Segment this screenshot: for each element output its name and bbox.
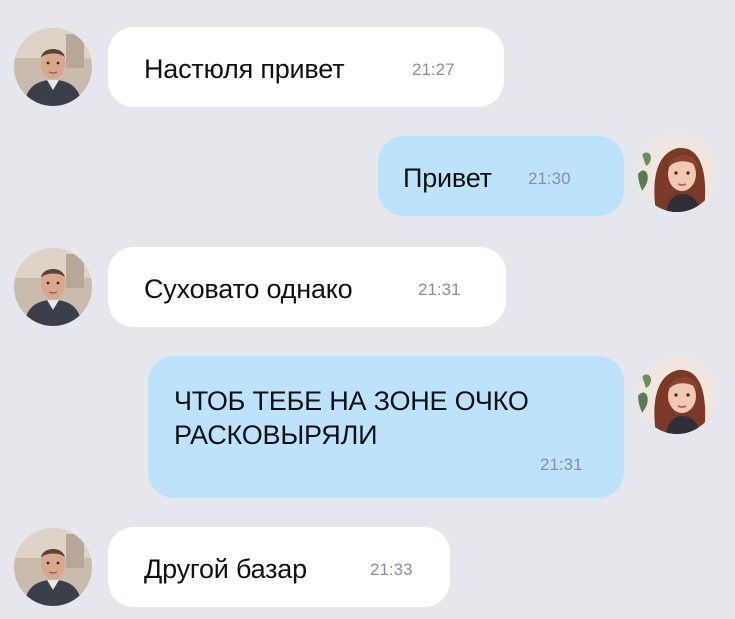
message-text: Настюля привет xyxy=(144,54,345,84)
message-text: Привет xyxy=(403,163,492,193)
message-time: 21:33 xyxy=(370,560,413,579)
message-time: 21:30 xyxy=(528,169,571,188)
woman-avatar-icon[interactable] xyxy=(638,134,716,212)
incoming-message[interactable]: Другой базар 21:33 xyxy=(108,527,450,607)
woman-avatar-icon[interactable] xyxy=(638,356,716,434)
man-avatar-icon[interactable] xyxy=(14,248,92,326)
message-text-line-2: РАСКОВЫРЯЛИ xyxy=(174,420,378,450)
message-time: 21:31 xyxy=(540,455,583,474)
message-text-line-1: ЧТОБ ТЕБЕ НА ЗОНЕ ОЧКО xyxy=(174,386,529,416)
man-avatar-icon[interactable] xyxy=(14,528,92,606)
incoming-message[interactable]: Суховато однако 21:31 xyxy=(108,247,506,327)
message-time: 21:31 xyxy=(418,280,461,299)
outgoing-message[interactable]: Привет 21:30 xyxy=(378,136,624,216)
incoming-message[interactable]: Настюля привет 21:27 xyxy=(108,27,504,107)
message-text: Суховато однако xyxy=(144,274,353,304)
outgoing-message[interactable]: ЧТОБ ТЕБЕ НА ЗОНЕ ОЧКО РАСКОВЫРЯЛИ 21:31 xyxy=(148,356,624,498)
chat-conversation: Настюля привет 21:27 Привет 21:30 Сухова… xyxy=(0,0,735,619)
man-avatar-icon[interactable] xyxy=(14,28,92,106)
message-time: 21:27 xyxy=(412,60,455,79)
message-text: Другой базар xyxy=(144,554,307,584)
